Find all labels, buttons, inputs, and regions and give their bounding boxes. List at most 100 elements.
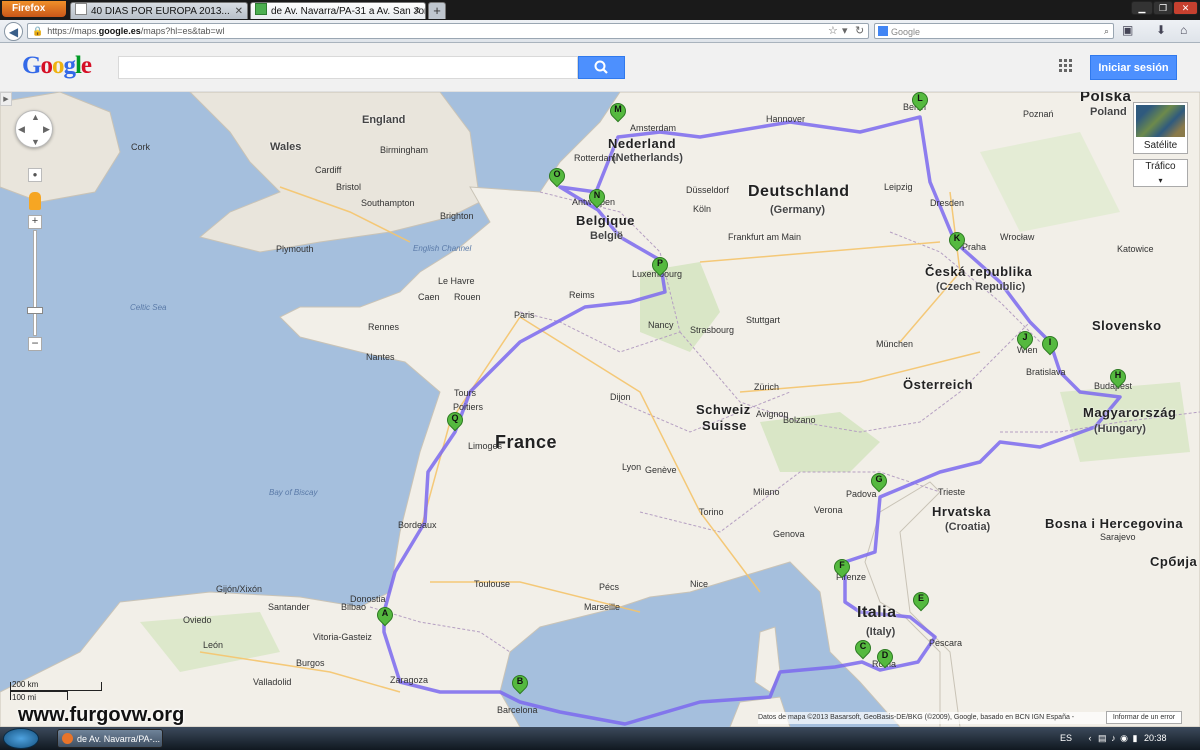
search-engine-box[interactable]: Google ⌕ xyxy=(874,23,1114,39)
city-praha: Praha xyxy=(962,242,987,252)
city-cardiff: Cardiff xyxy=(315,165,342,175)
route-marker-e[interactable]: E xyxy=(909,588,933,614)
label-austria: Österreich xyxy=(903,377,974,392)
route-marker-c[interactable]: C xyxy=(851,636,875,662)
search-icon[interactable]: ⌕ xyxy=(1104,24,1109,39)
language-indicator[interactable]: ES xyxy=(1060,733,1072,743)
pegman-icon[interactable] xyxy=(29,192,41,210)
marker-letter: F xyxy=(839,560,845,570)
search-icon xyxy=(594,60,608,74)
route-marker-a[interactable]: A xyxy=(373,603,397,629)
bookmark-star-icon[interactable]: ☆ xyxy=(828,24,838,37)
apps-grid-icon[interactable] xyxy=(1059,59,1073,73)
city-reims: Reims xyxy=(569,290,595,300)
route-marker-b[interactable]: B xyxy=(508,671,532,697)
map-canvas[interactable]: Deutschland (Germany) France Italia (Ita… xyxy=(0,92,1200,727)
city-nancy: Nancy xyxy=(648,320,674,330)
city-koln: Köln xyxy=(693,204,712,214)
volume-icon[interactable]: ♪ xyxy=(1111,733,1116,743)
city-amsterdam: Amsterdam xyxy=(630,123,677,133)
pan-up-icon[interactable]: ▲ xyxy=(31,112,40,122)
reset-view-button[interactable]: ● xyxy=(28,168,42,182)
tab-maps[interactable]: de Av. Navarra/PA-31 a Av. San Jorge... … xyxy=(250,2,426,19)
collapse-panel-button[interactable]: ▶ xyxy=(0,92,12,106)
route-marker-l[interactable]: L xyxy=(908,92,932,114)
sea-english-channel: English Channel xyxy=(413,244,472,253)
route-marker-q[interactable]: Q xyxy=(443,408,467,434)
route-marker-i[interactable]: I xyxy=(1038,332,1062,358)
battery-icon[interactable]: ▮ xyxy=(1132,733,1137,743)
city-verona: Verona xyxy=(814,505,843,515)
maps-search-input[interactable] xyxy=(118,56,578,79)
satellite-toggle[interactable]: Satélite xyxy=(1133,102,1188,154)
security-icon[interactable]: ◉ xyxy=(1120,733,1128,743)
zoom-out-button[interactable]: − xyxy=(28,337,42,351)
route-marker-f[interactable]: F xyxy=(830,555,854,581)
marker-letter: P xyxy=(656,258,663,268)
dropdown-arrow-icon[interactable]: ▾ xyxy=(842,24,848,37)
city-bristol: Bristol xyxy=(336,182,362,192)
marker-letter: D xyxy=(881,650,889,660)
new-tab-button[interactable]: + xyxy=(428,2,446,19)
close-window-icon[interactable]: ✕ xyxy=(1173,1,1198,15)
download-icon[interactable]: ⬇ xyxy=(1156,23,1166,37)
label-netherlands-sub: (Netherlands) xyxy=(612,152,683,164)
city-marseille: Marseille xyxy=(584,602,621,612)
screen-icon[interactable]: ▣ xyxy=(1122,23,1133,37)
tab-forum-title: 40 DIAS POR EUROPA 2013... xyxy=(91,6,230,17)
zoom-in-button[interactable]: + xyxy=(28,215,42,229)
pan-down-icon[interactable]: ▼ xyxy=(31,137,40,147)
route-marker-g[interactable]: G xyxy=(867,469,891,495)
route-marker-h[interactable]: H xyxy=(1106,365,1130,391)
city-donostia: Donostia xyxy=(350,594,386,604)
city-genova: Genova xyxy=(773,529,805,539)
route-marker-d[interactable]: D xyxy=(873,645,897,671)
route-marker-o[interactable]: O xyxy=(545,164,569,190)
city-lyon: Lyon xyxy=(622,462,642,472)
clock[interactable]: 20:38 xyxy=(1144,733,1167,743)
route-marker-n[interactable]: N xyxy=(585,185,609,211)
city-monaco: Nice xyxy=(690,579,709,589)
back-button[interactable]: ◀ xyxy=(4,22,23,41)
taskbar-firefox-window[interactable]: de Av. Navarra/PA-... xyxy=(57,729,163,748)
report-error-link[interactable]: Informar de un error xyxy=(1106,711,1182,724)
marker-letter: M xyxy=(614,104,622,114)
zoom-slider-handle[interactable] xyxy=(27,307,43,314)
start-button[interactable] xyxy=(3,728,39,749)
pan-control[interactable]: ▲ ▼ ◀ ▶ xyxy=(15,110,53,148)
pan-left-icon[interactable]: ◀ xyxy=(18,124,25,135)
sign-in-button[interactable]: Iniciar sesión xyxy=(1090,55,1177,80)
minimize-icon[interactable]: ▁ xyxy=(1131,1,1153,15)
reload-icon[interactable]: ↻ xyxy=(855,24,864,37)
city-southampton: Southampton xyxy=(361,198,415,208)
marker-letter: C xyxy=(859,641,867,651)
zoom-slider-track[interactable] xyxy=(33,230,37,336)
city-plymouth: Plymouth xyxy=(276,244,314,254)
label-germany-sub: (Germany) xyxy=(770,204,826,216)
search-engine-placeholder: Google xyxy=(891,27,921,37)
firefox-menu-button[interactable]: Firefox xyxy=(2,1,66,17)
maximize-icon[interactable]: ❐ xyxy=(1153,1,1173,15)
search-button[interactable] xyxy=(578,56,625,79)
label-belgium-sub: België xyxy=(590,230,624,242)
marker-letter: G xyxy=(875,474,883,484)
network-icon[interactable]: ▤ xyxy=(1098,733,1107,743)
tray-arrow-icon[interactable]: ‹ xyxy=(1089,733,1092,743)
route-marker-k[interactable]: K xyxy=(945,228,969,254)
route-marker-p[interactable]: P xyxy=(648,253,672,279)
google-logo[interactable]: Google xyxy=(22,52,92,80)
home-icon[interactable]: ⌂ xyxy=(1180,23,1187,37)
google-search-engine-icon xyxy=(878,26,888,36)
label-italy: Italia xyxy=(857,604,897,621)
tab-forum[interactable]: 40 DIAS POR EUROPA 2013... ✕ xyxy=(70,2,248,19)
url-bar[interactable]: 🔒 https://maps.google.es/maps?hl=es&tab=w… xyxy=(27,23,869,39)
label-hungary-sub: (Hungary) xyxy=(1094,423,1146,435)
label-italy-sub: (Italy) xyxy=(866,626,896,638)
close-tab-icon[interactable]: ✕ xyxy=(413,3,421,19)
pan-right-icon[interactable]: ▶ xyxy=(43,124,50,135)
marker-letter: B xyxy=(516,676,524,686)
route-marker-m[interactable]: M xyxy=(606,99,630,125)
route-marker-j[interactable]: J xyxy=(1013,327,1037,353)
close-tab-icon[interactable]: ✕ xyxy=(235,3,243,19)
traffic-toggle[interactable]: Tráfico ▾ xyxy=(1133,159,1188,187)
